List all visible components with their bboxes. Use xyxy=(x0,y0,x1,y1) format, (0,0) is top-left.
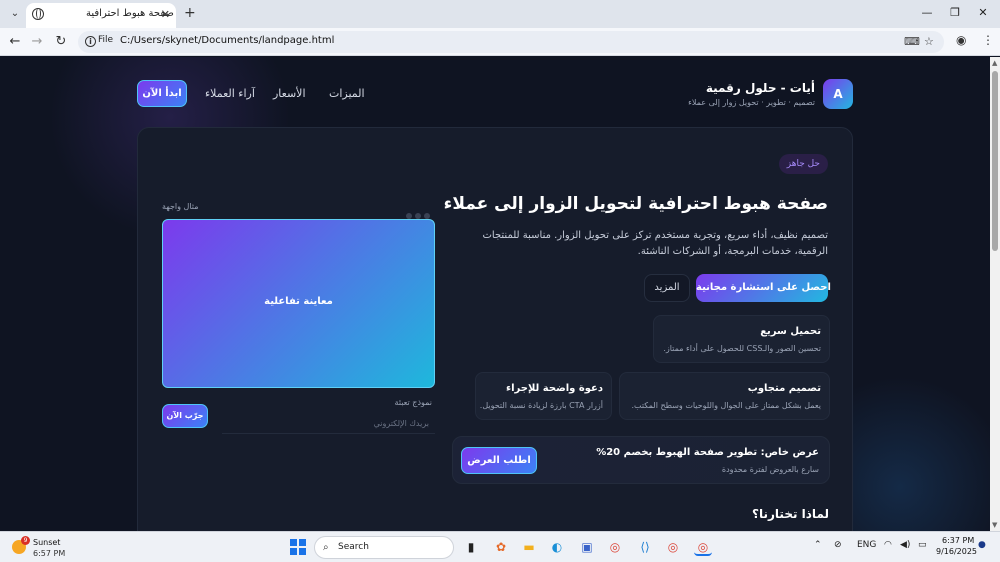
edge-icon[interactable]: ◐ xyxy=(548,538,566,556)
hero-card: حل جاهز صفحة هبوط احترافية لتحويل الزوار… xyxy=(137,127,853,531)
close-icon[interactable]: ✕ xyxy=(161,8,170,21)
maximize-icon[interactable]: ❐ xyxy=(940,4,970,22)
browser-tabstrip: ⌄ صفحة هبوط احترافية ✕ + — ❐ ✕ xyxy=(0,0,1000,28)
volume-icon[interactable]: ◀) xyxy=(900,540,910,550)
minimize-icon[interactable]: — xyxy=(912,4,942,22)
scroll-thumb[interactable] xyxy=(992,71,998,251)
profile-icon[interactable]: ◉ xyxy=(956,33,966,47)
nav-link-pricing[interactable]: الأسعار xyxy=(273,87,306,100)
preview-label: مثال واجهة xyxy=(162,202,199,211)
brand-name: أيات - حلول رقمية xyxy=(705,81,815,95)
globe-icon xyxy=(32,8,44,20)
battery-icon[interactable]: ▭ xyxy=(918,540,927,550)
windows-taskbar: 9 Sunset 6:57 PM ⌕ Search ▮ ✿ ▬ ◐ ▣ ◎ ⟨⟩… xyxy=(0,531,1000,562)
url-text[interactable]: C:/Users/skynet/Documents/landpage.html xyxy=(120,35,334,46)
hero-title: صفحة هبوط احترافية لتحويل الزوار إلى عمل… xyxy=(443,194,828,214)
start-now-button[interactable]: ابدأ الآن xyxy=(137,80,187,107)
search-label: Search xyxy=(338,542,369,552)
why-choose-us-heading: لماذا تختارنا؟ xyxy=(752,507,829,521)
clock-date[interactable]: 9/16/2025 xyxy=(936,547,977,556)
weather-time: 6:57 PM xyxy=(33,549,66,558)
request-offer-button[interactable]: اطلب العرض xyxy=(461,447,537,474)
back-arrow-icon[interactable]: ← xyxy=(6,33,24,51)
brand-tagline: تصميم · تطوير · تحويل زوار إلى عملاء xyxy=(688,98,815,107)
windows-start-icon[interactable] xyxy=(290,539,306,555)
feature-title: تحميل سريع xyxy=(760,326,821,337)
vscode-icon[interactable]: ⟨⟩ xyxy=(636,538,654,556)
feature-title: تصميم متجاوب xyxy=(747,383,821,394)
weather-widget[interactable]: 9 Sunset 6:57 PM xyxy=(12,536,72,560)
search-icon: ⌕ xyxy=(323,542,329,553)
task-view-icon[interactable]: ▮ xyxy=(462,538,480,556)
email-field[interactable]: بريدك الإلكتروني xyxy=(222,414,435,434)
forward-arrow-icon[interactable]: → xyxy=(28,33,46,51)
wifi-icon[interactable]: ◠ xyxy=(884,540,892,550)
new-tab-plus-icon[interactable]: + xyxy=(184,5,196,21)
weather-title: Sunset xyxy=(33,538,61,547)
feature-desc: أزرار CTA بارزة لزيادة نسبة التحويل. xyxy=(479,401,603,410)
window-close-icon[interactable]: ✕ xyxy=(968,4,998,22)
nav-link-features[interactable]: المیزات xyxy=(329,87,365,100)
interactive-preview[interactable]: معاينة تفاعلية xyxy=(162,219,435,388)
chrome-beta-icon[interactable]: ◎ xyxy=(664,538,682,556)
chrome-active-icon[interactable]: ◎ xyxy=(694,538,712,556)
file-chip: File xyxy=(98,35,114,45)
nav-link-testimonials[interactable]: آراء العملاء xyxy=(205,87,255,100)
try-now-button[interactable]: جرّب الآن xyxy=(162,404,208,428)
feature-card-responsive: تصميم متجاوب يعمل بشكل ممتاز على الجوال … xyxy=(619,372,830,420)
free-consultation-button[interactable]: احصل على استشارة مجانية xyxy=(696,274,831,302)
tab-search-chevron-icon[interactable]: ⌄ xyxy=(6,6,24,22)
reload-icon[interactable]: ↻ xyxy=(52,33,70,51)
brand-logo[interactable]: A xyxy=(823,79,853,109)
kebab-menu-icon[interactable]: ⋮ xyxy=(982,33,994,47)
chrome-icon[interactable]: ◎ xyxy=(606,538,624,556)
page-scrollbar[interactable]: ▲ ▼ xyxy=(990,57,1000,531)
info-icon[interactable]: i xyxy=(85,36,96,47)
taskbar-search[interactable]: ⌕ Search xyxy=(314,536,454,559)
form-label: نموذج تعبئة xyxy=(394,398,432,407)
feature-desc: تحسين الصور والـCSS للحصول على أداء ممتا… xyxy=(663,344,821,353)
feature-card-fast: تحميل سريع تحسين الصور والـCSS للحصول عل… xyxy=(653,315,830,363)
tray-chevron-icon[interactable]: ⌃ xyxy=(814,540,822,550)
scroll-up-icon[interactable]: ▲ xyxy=(992,59,997,67)
notification-badge: 9 xyxy=(21,536,30,545)
hero-description: تصميم نظيف، أداء سريع، وتجربة مستخدم ترك… xyxy=(482,230,829,257)
store-icon[interactable]: ▣ xyxy=(578,538,596,556)
tray-app-icon[interactable]: ⊘ xyxy=(834,540,842,550)
star-icon[interactable]: ☆ xyxy=(924,35,934,48)
feature-title: دعوة واضحة للإجراء xyxy=(506,383,603,394)
ready-badge: حل جاهز xyxy=(778,154,828,174)
offer-subtitle: سارع بالعروض لفترة محدودة xyxy=(721,465,819,474)
browser-tab[interactable]: صفحة هبوط احترافية ✕ xyxy=(26,3,176,28)
special-offer-banner: عرض خاص: تطوير صفحة الهبوط بخصم 20% سارع… xyxy=(452,436,830,484)
scroll-down-icon[interactable]: ▼ xyxy=(992,521,997,529)
browser-toolbar: ← → ↻ i File C:/Users/skynet/Documents/l… xyxy=(0,28,1000,56)
feature-card-cta: دعوة واضحة للإجراء أزرار CTA بارزة لزياد… xyxy=(475,372,612,420)
preview-text: معاينة تفاعلية xyxy=(264,296,333,307)
page-viewport: A أيات - حلول رقمية تصميم · تطوير · تحوي… xyxy=(0,57,990,531)
offer-title: عرض خاص: تطوير صفحة الهبوط بخصم 20% xyxy=(596,447,819,458)
clock-time[interactable]: 6:37 PM xyxy=(942,536,974,545)
address-bar[interactable]: i File C:/Users/skynet/Documents/landpag… xyxy=(78,31,944,53)
copilot-icon[interactable]: ✿ xyxy=(492,538,510,556)
feature-desc: يعمل بشكل ممتاز على الجوال واللوحيات وسط… xyxy=(631,401,821,410)
translate-icon[interactable]: ⌨ xyxy=(904,35,920,48)
language-indicator[interactable]: ENG xyxy=(857,540,876,550)
site-header: A أيات - حلول رقمية تصميم · تطوير · تحوي… xyxy=(137,79,853,109)
more-button[interactable]: المزيد xyxy=(644,274,690,302)
file-explorer-icon[interactable]: ▬ xyxy=(520,538,538,556)
bell-icon[interactable]: ● xyxy=(978,540,986,550)
